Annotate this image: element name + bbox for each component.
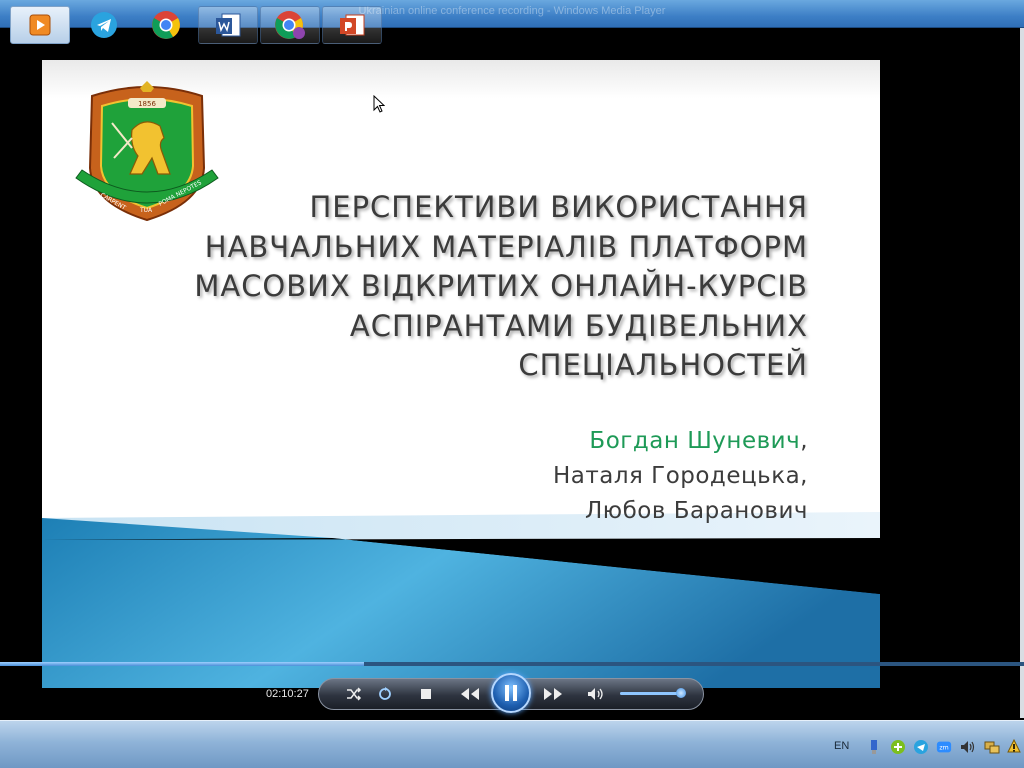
mouse-cursor-icon xyxy=(373,95,385,113)
tray-usb[interactable] xyxy=(866,739,882,755)
repeat-button[interactable] xyxy=(375,679,395,709)
tray-green-plus[interactable] xyxy=(890,739,906,755)
tray-volume[interactable] xyxy=(960,739,976,755)
author-line: Богдан Шуневич, xyxy=(342,424,808,459)
green-plus-icon xyxy=(891,740,905,754)
slide-title-line: СПЕЦІАЛЬНОСТЕЙ xyxy=(518,348,808,382)
shuffle-button[interactable] xyxy=(344,679,364,709)
crest-year: 1856 xyxy=(138,100,156,108)
volume-tray-icon xyxy=(961,741,975,753)
playback-time: 02:10:27 xyxy=(266,688,309,700)
volume-slider[interactable] xyxy=(620,692,684,695)
telegram-tray-icon xyxy=(914,740,928,754)
tray-network[interactable] xyxy=(984,739,1000,755)
stop-button[interactable] xyxy=(416,679,436,709)
taskbar-telegram[interactable] xyxy=(74,6,134,44)
telegram-icon xyxy=(91,12,117,38)
slide-title-line: НАВЧАЛЬНИХ МАТЕРІАЛІВ ПЛАТФОРМ xyxy=(204,229,808,264)
usb-icon xyxy=(871,740,877,754)
slide-authors: Богдан Шуневич, Наталя Городецька, Любов… xyxy=(342,424,808,529)
author-line: Наталя Городецька, xyxy=(552,463,808,489)
author-line: Любов Баранович xyxy=(584,498,808,524)
presentation-slide: 1856 CARPENT TUA POMA NEPOTES ПЕРСПЕКТИВ… xyxy=(42,60,880,688)
stop-icon xyxy=(421,689,431,699)
taskbar-powerpoint[interactable] xyxy=(322,6,382,44)
pause-icon xyxy=(505,685,517,701)
window-right-border xyxy=(1020,28,1024,718)
tray-zoom[interactable]: zm xyxy=(936,739,952,755)
slide-title: ПЕРСПЕКТИВИ ВИКОРИСТАННЯ НАВЧАЛЬНИХ МАТЕ… xyxy=(162,188,808,386)
powerpoint-icon xyxy=(340,14,365,36)
next-button[interactable] xyxy=(533,679,573,709)
word-icon xyxy=(216,13,241,37)
rewind-icon xyxy=(461,688,479,700)
language-indicator[interactable]: EN xyxy=(834,740,849,752)
fast-forward-icon xyxy=(544,688,562,700)
volume-slider-fill xyxy=(620,692,678,695)
taskbar-chrome-profile[interactable] xyxy=(260,6,320,44)
volume-slider-thumb[interactable] xyxy=(676,688,686,698)
taskbar-media-player[interactable] xyxy=(10,6,70,44)
network-icon xyxy=(984,741,1000,754)
media-player-icon xyxy=(29,14,51,36)
previous-button[interactable] xyxy=(450,679,490,709)
slide-title-line: АСПІРАНТАМИ БУДІВЕЛЬНИХ xyxy=(349,308,808,343)
author-main: Богдан Шуневич xyxy=(589,428,801,454)
seek-bar-fill xyxy=(0,662,364,666)
taskbar-chrome[interactable] xyxy=(136,6,196,44)
zoom-icon: zm xyxy=(936,741,952,753)
author-main-suffix: , xyxy=(800,428,808,454)
tray-notification[interactable] xyxy=(1006,739,1022,755)
taskbar-word[interactable] xyxy=(198,6,258,44)
pause-button[interactable] xyxy=(491,673,531,713)
chrome-icon xyxy=(152,11,180,39)
seek-bar[interactable] xyxy=(0,662,1024,666)
speaker-icon xyxy=(588,688,603,700)
shuffle-icon xyxy=(347,687,362,701)
mute-button[interactable] xyxy=(586,679,606,709)
notification-icon xyxy=(1007,739,1021,753)
crest-motto-mid: TUA xyxy=(139,207,153,214)
chrome-profile-icon xyxy=(275,11,305,39)
slide-title-line: ПЕРСПЕКТИВИ ВИКОРИСТАННЯ xyxy=(309,190,808,224)
repeat-icon xyxy=(379,687,391,700)
svg-text:zm: zm xyxy=(939,745,948,752)
slide-title-line: МАСОВИХ ВІДКРИТИХ ОНЛАЙН-КУРСІВ xyxy=(194,269,808,303)
tray-telegram[interactable] xyxy=(913,739,929,755)
